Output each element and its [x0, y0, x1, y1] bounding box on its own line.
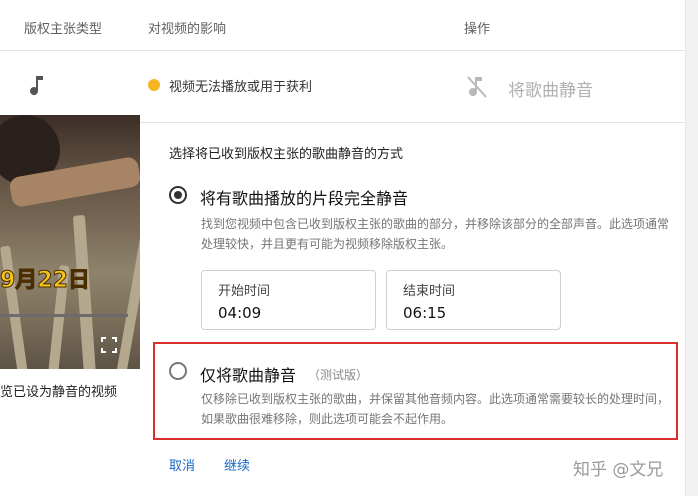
- option-mute-segments-title[interactable]: 将有歌曲播放的片段完全静音: [200, 185, 408, 209]
- video-date-overlay: 9月22日: [0, 268, 90, 294]
- header-divider: [0, 50, 686, 51]
- column-header-effect: 对视频的影响: [148, 22, 227, 37]
- vertical-scrollbar[interactable]: [685, 0, 698, 496]
- end-time-field[interactable]: 结束时间 06:15: [386, 270, 561, 330]
- start-time-value[interactable]: 04:09: [218, 304, 261, 322]
- column-header-action: 操作: [464, 22, 491, 37]
- video-progress-track: [0, 314, 128, 317]
- end-time-value[interactable]: 06:15: [403, 304, 446, 322]
- video-preview[interactable]: 9月22日: [0, 115, 140, 369]
- cancel-button[interactable]: 取消: [169, 455, 195, 474]
- continue-button[interactable]: 继续: [224, 455, 250, 474]
- music-off-icon: [465, 74, 489, 100]
- beta-badge: （测试版）: [308, 368, 369, 382]
- radio-mute-segments[interactable]: [169, 186, 187, 204]
- row-divider: [140, 122, 686, 123]
- end-time-label: 结束时间: [403, 284, 456, 299]
- start-time-field[interactable]: 开始时间 04:09: [201, 270, 376, 330]
- radio-mute-song-only[interactable]: [169, 362, 187, 380]
- option-mute-song-only-title[interactable]: 仅将歌曲静音: [200, 362, 296, 386]
- mute-method-heading: 选择将已收到版权主张的歌曲静音的方式: [169, 147, 404, 162]
- effect-text: 视频无法播放或用于获利: [169, 80, 313, 95]
- watermark: 知乎 @文兄: [573, 460, 664, 480]
- option-mute-segments-description: 找到您视频中包含已收到版权主张的歌曲的部分，并移除该部分的全部声音。此选项通常处…: [201, 217, 670, 251]
- status-dot: [148, 79, 160, 91]
- mute-song-action[interactable]: 将歌曲静音: [508, 76, 593, 101]
- video-caption: 览已设为静音的视频: [0, 385, 118, 400]
- option-mute-song-only-description: 仅移除已收到版权主张的歌曲，并保留其他音频内容。此选项通常需要较长的处理时间，如…: [201, 392, 670, 426]
- column-header-claim-type: 版权主张类型: [24, 22, 103, 37]
- fullscreen-icon[interactable]: [101, 337, 117, 353]
- music-note-icon: [27, 74, 47, 98]
- start-time-label: 开始时间: [218, 284, 271, 299]
